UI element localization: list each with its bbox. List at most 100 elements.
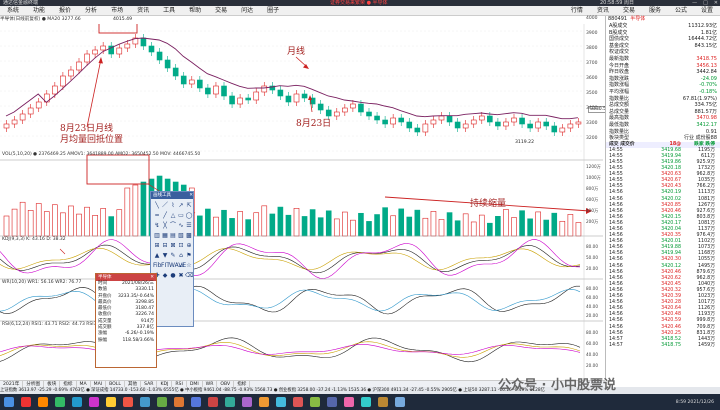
menu-right-formula[interactable]: 公式 bbox=[668, 6, 694, 15]
menu-quote[interactable]: 报价 bbox=[52, 6, 78, 15]
draw-tool-icon[interactable]: ▦ bbox=[161, 231, 169, 241]
draw-tool-icon[interactable]: ⊕ bbox=[185, 241, 193, 251]
tick-list[interactable]: 14:55 3419.68 1195万 14:55 3419.94 611万 14:55 34… bbox=[606, 148, 720, 349]
candle-body bbox=[478, 115, 485, 121]
app-icon-3[interactable] bbox=[55, 397, 65, 407]
app-icon-21[interactable] bbox=[361, 397, 371, 407]
draw-tool-icon[interactable]: FIT bbox=[161, 261, 170, 271]
menu-help[interactable]: 帮助 bbox=[182, 6, 208, 15]
menu-right-trade[interactable]: 交易 bbox=[616, 6, 642, 15]
draw-tool-icon[interactable]: ☆ bbox=[185, 261, 193, 271]
draw-tool-icon[interactable]: ⇱ bbox=[185, 201, 193, 211]
menu-ask[interactable]: 问达 bbox=[234, 6, 260, 15]
volume-bar bbox=[382, 207, 388, 237]
palette-close-icon[interactable]: ✕ bbox=[189, 192, 193, 199]
draw-tool-icon[interactable]: WAVE bbox=[169, 261, 186, 271]
draw-tool-icon[interactable]: ⌂ bbox=[177, 251, 185, 261]
app-icon-8[interactable] bbox=[140, 397, 150, 407]
volume-bar bbox=[511, 217, 517, 237]
menu-trade[interactable]: 交易 bbox=[208, 6, 234, 15]
app-icon-15[interactable] bbox=[259, 397, 269, 407]
app-icon-18[interactable] bbox=[310, 397, 320, 407]
app-icon-12[interactable] bbox=[208, 397, 218, 407]
app-icon-17[interactable] bbox=[293, 397, 303, 407]
draw-tool-icon[interactable]: ⌒ bbox=[169, 221, 177, 231]
app-icon-4[interactable] bbox=[72, 397, 82, 407]
app-icon-11[interactable] bbox=[191, 397, 201, 407]
draw-tool-icon[interactable]: ▭ bbox=[177, 211, 185, 221]
candle-body bbox=[543, 121, 550, 127]
draw-tool-icon[interactable]: ⌫ bbox=[185, 271, 193, 281]
app-icon-23[interactable] bbox=[395, 397, 405, 407]
quote-value: -0.18% bbox=[699, 88, 717, 95]
draw-tool-icon[interactable]: ╲ bbox=[153, 201, 161, 211]
draw-tool-icon[interactable]: ▼ bbox=[161, 251, 169, 261]
volume-bar bbox=[269, 213, 276, 237]
quote-value: 11312.93亿 bbox=[688, 23, 717, 29]
draw-tool-icon[interactable]: ⊿ bbox=[177, 261, 185, 271]
draw-tool-icon[interactable]: ▤ bbox=[169, 231, 177, 241]
bar-info-window[interactable]: 半导体 ✕ 时间 2021/08/26/三 数值 3330.11 开盘价 3233.35/-… bbox=[95, 273, 157, 368]
menu-news[interactable]: 资讯 bbox=[130, 6, 156, 15]
draw-tool-icon[interactable]: ═ bbox=[153, 211, 161, 221]
start-icon[interactable] bbox=[4, 397, 14, 407]
app-icon-1[interactable] bbox=[21, 397, 31, 407]
volume-label: VOL(5,10,20) ● 2376469.25 AMOV1: 3641889… bbox=[2, 152, 201, 157]
draw-tool-icon[interactable]: ⊞ bbox=[153, 241, 161, 251]
draw-tool-icon[interactable]: ∿ bbox=[177, 221, 185, 231]
app-icon-9[interactable] bbox=[157, 397, 167, 407]
info-close-icon[interactable]: ✕ bbox=[150, 274, 154, 281]
app-icon-22[interactable] bbox=[378, 397, 388, 407]
draw-tool-icon[interactable]: ◯ bbox=[185, 211, 193, 221]
draw-tool-icon[interactable]: ✎ bbox=[169, 251, 177, 261]
draw-tool-icon[interactable]: Fib bbox=[153, 261, 162, 271]
menu-analysis[interactable]: 分析 bbox=[78, 6, 104, 15]
app-icon-13[interactable] bbox=[225, 397, 235, 407]
draw-tool-icon[interactable]: ⊠ bbox=[169, 241, 177, 251]
volume-bar bbox=[52, 204, 58, 237]
candle-body bbox=[374, 115, 380, 121]
menu-circle[interactable]: 圈子 bbox=[260, 6, 286, 15]
chart-area[interactable]: 4015.49 3119.22 3330.57 4000 3900 3800 3… bbox=[0, 14, 611, 380]
volume-bar bbox=[535, 211, 541, 237]
app-icon-6[interactable] bbox=[106, 397, 116, 407]
draw-tool-icon[interactable]: ⚑ bbox=[185, 251, 193, 261]
palette-header[interactable]: 画线工具 ✕ bbox=[151, 192, 193, 199]
menu-system[interactable]: 系统 bbox=[0, 6, 26, 15]
app-icon-2[interactable] bbox=[38, 397, 48, 407]
draw-tool-icon[interactable]: ☰ bbox=[185, 221, 193, 231]
app-icon-7[interactable] bbox=[123, 397, 133, 407]
app-icon-19[interactable] bbox=[327, 397, 337, 407]
draw-tool-icon[interactable]: ▧ bbox=[177, 231, 185, 241]
app-icon-10[interactable] bbox=[174, 397, 184, 407]
menu-right-settings[interactable]: 设置 bbox=[694, 6, 720, 15]
draw-tool-icon[interactable]: ● bbox=[169, 271, 177, 281]
candle-body bbox=[350, 103, 356, 109]
draw-tool-icon[interactable]: ⌇ bbox=[169, 201, 177, 211]
draw-tool-icon[interactable]: ╱ bbox=[161, 211, 169, 221]
draw-tool-icon[interactable]: ◆ bbox=[161, 271, 169, 281]
draw-tool-icon[interactable]: ↗ bbox=[177, 201, 185, 211]
draw-tool-icon[interactable]: ▲ bbox=[153, 251, 161, 261]
menu-function[interactable]: 功能 bbox=[26, 6, 52, 15]
menu-right-quote[interactable]: 行情 bbox=[564, 6, 590, 15]
draw-tool-icon[interactable]: ↯ bbox=[153, 221, 161, 231]
draw-tool-icon[interactable]: ▩ bbox=[185, 231, 193, 241]
menu-right-news[interactable]: 资讯 bbox=[590, 6, 616, 15]
app-icon-20[interactable] bbox=[344, 397, 354, 407]
info-window-header[interactable]: 半导体 ✕ bbox=[96, 274, 156, 281]
draw-tool-icon[interactable]: ╳ bbox=[161, 221, 169, 231]
app-icon-16[interactable] bbox=[276, 397, 286, 407]
app-icon-14[interactable] bbox=[242, 397, 252, 407]
menu-tools[interactable]: 工具 bbox=[156, 6, 182, 15]
draw-tool-icon[interactable]: ⊡ bbox=[177, 241, 185, 251]
draw-tool-icon[interactable]: △ bbox=[169, 211, 177, 221]
app-icon-5[interactable] bbox=[89, 397, 99, 407]
menu-right-service[interactable]: 服务 bbox=[642, 6, 668, 15]
menu-market[interactable]: 市场 bbox=[104, 6, 130, 15]
draw-tool-icon[interactable]: ▥ bbox=[153, 231, 161, 241]
draw-tool-icon[interactable]: ✖ bbox=[177, 271, 185, 281]
draw-tool-icon[interactable]: ／ bbox=[161, 201, 169, 211]
draw-tool-icon[interactable]: ⊟ bbox=[161, 241, 169, 251]
candle-body bbox=[92, 49, 98, 55]
